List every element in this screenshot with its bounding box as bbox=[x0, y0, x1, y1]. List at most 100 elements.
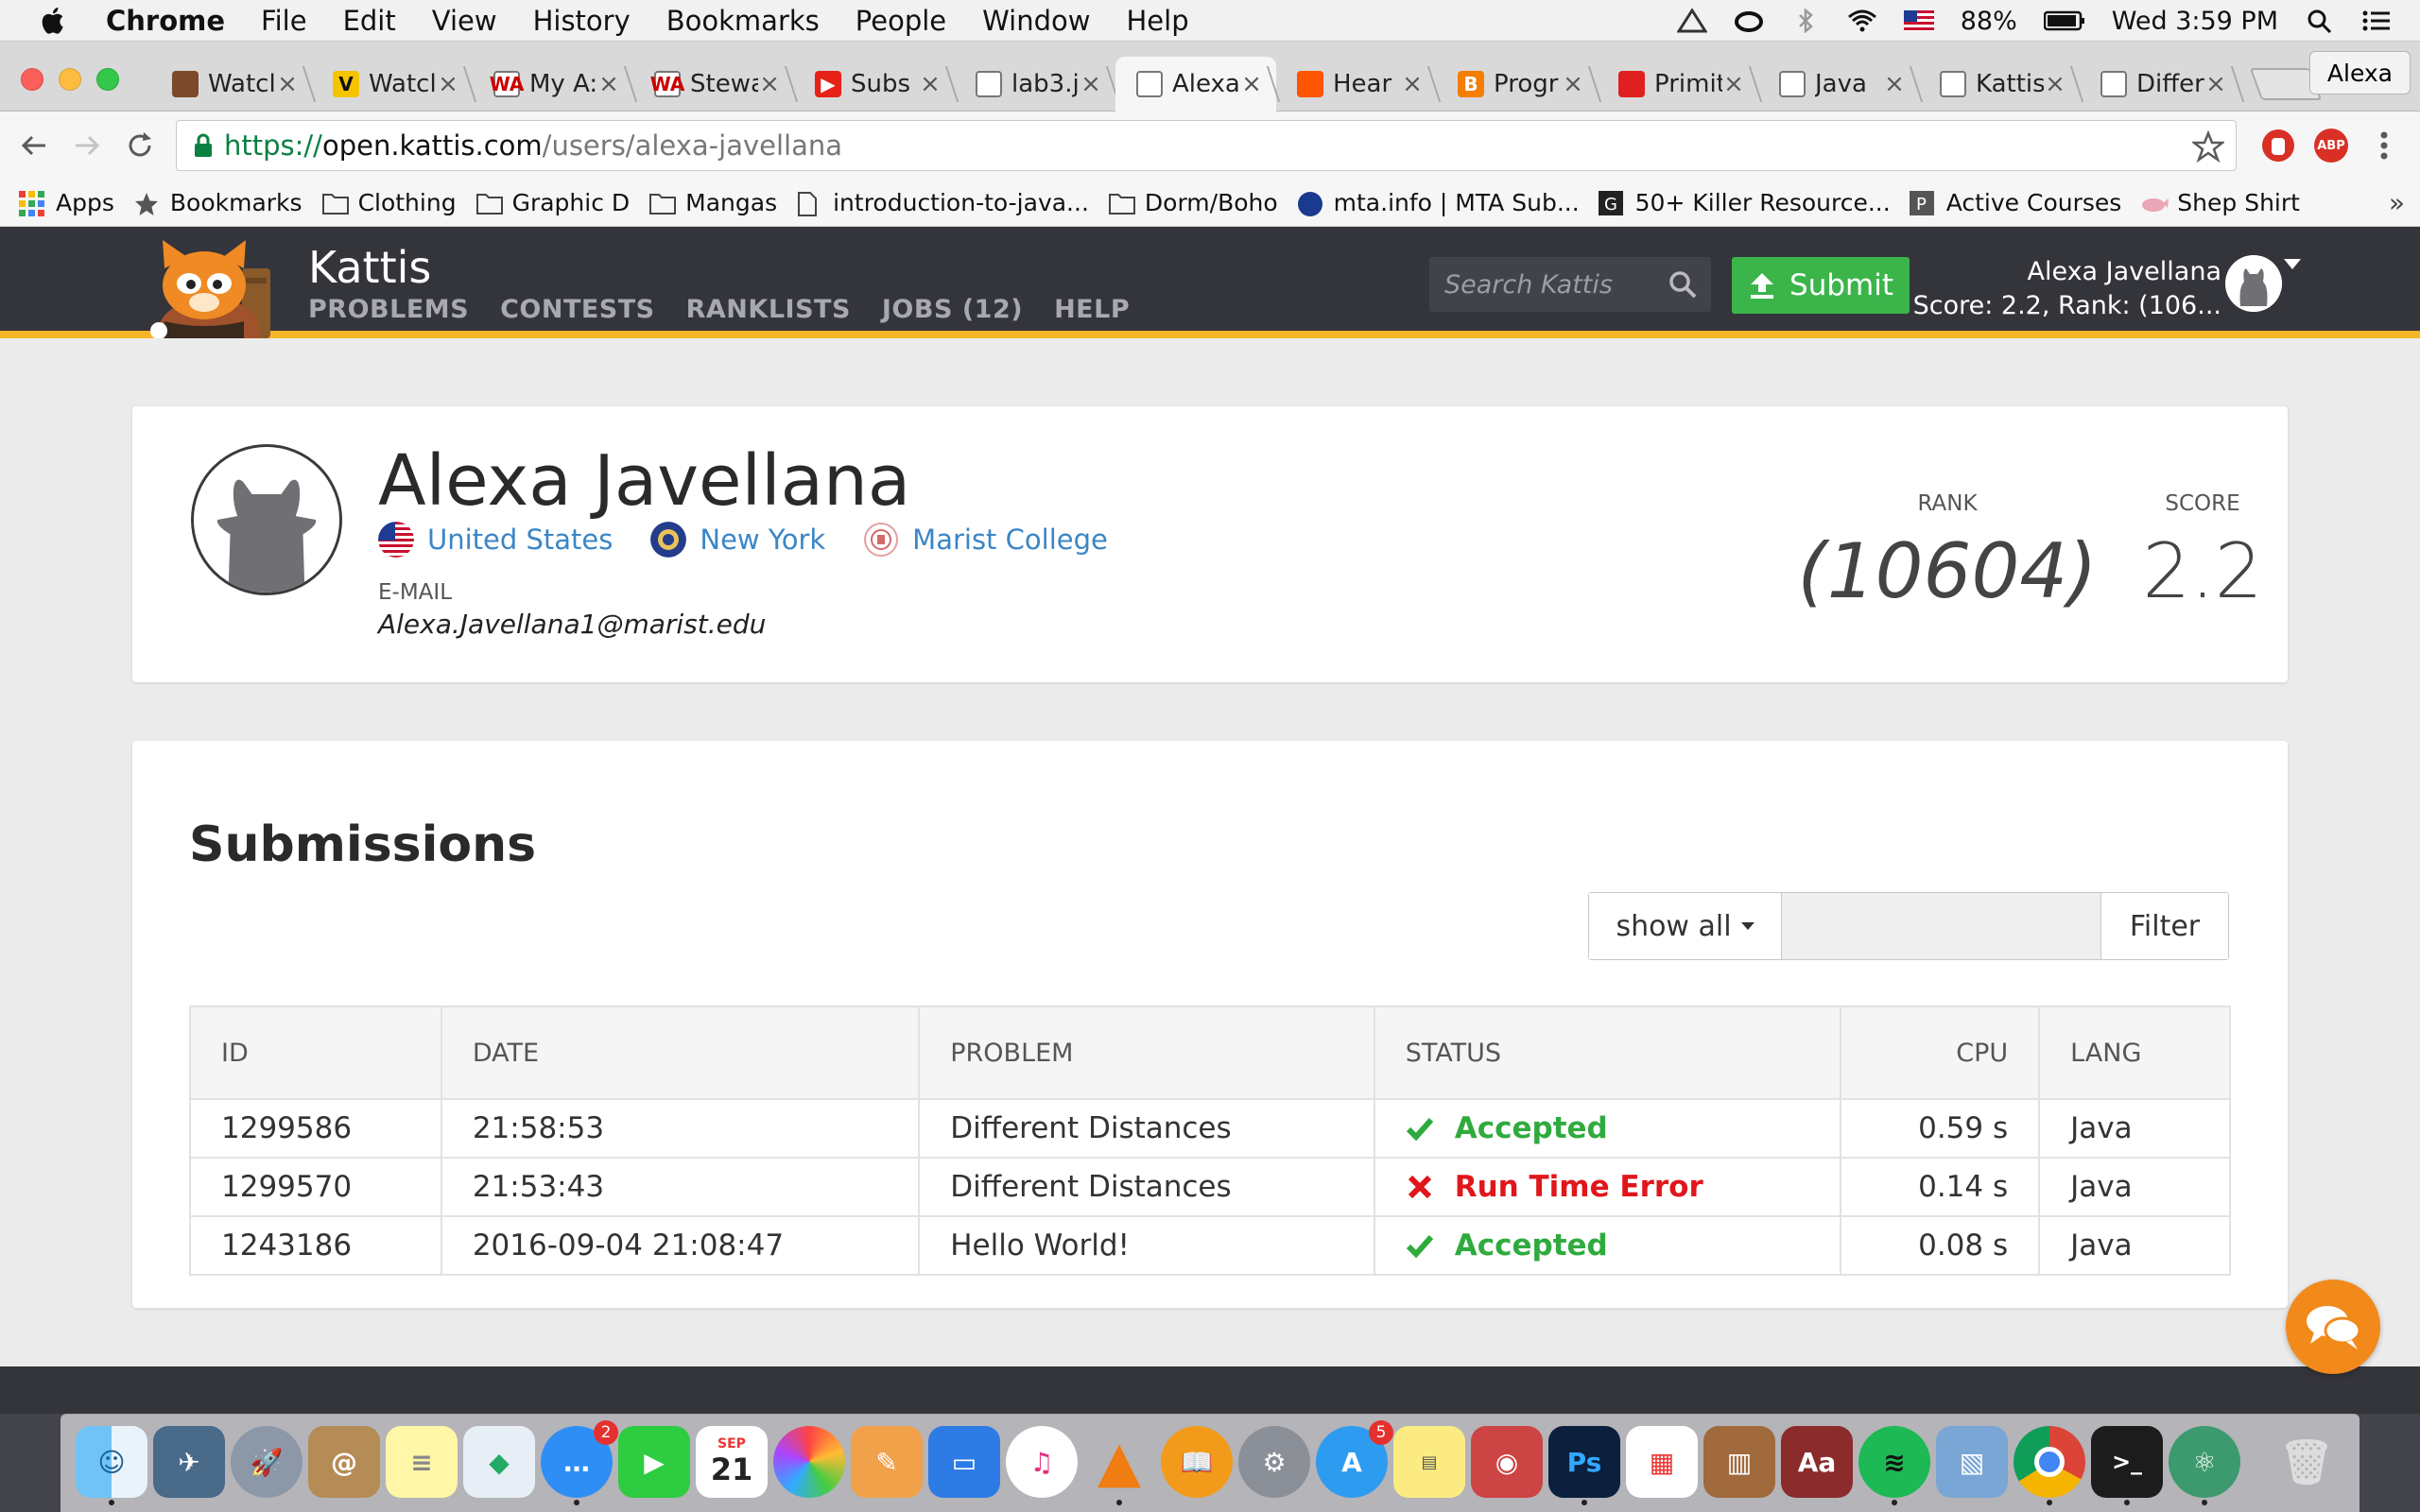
forward-button[interactable] bbox=[66, 125, 108, 166]
bookmark-item[interactable]: Dorm/Boho bbox=[1108, 189, 1278, 216]
nav-jobs[interactable]: JOBS (12) bbox=[882, 295, 1023, 324]
browser-tab[interactable]: V Watcl × bbox=[312, 57, 473, 112]
dock-messages-icon[interactable]: … 2 bbox=[541, 1420, 618, 1505]
dock-ibooks-icon[interactable]: 📖 bbox=[1161, 1426, 1233, 1498]
menu-edit[interactable]: Edit bbox=[343, 5, 396, 37]
dock-system-preferences-icon[interactable]: ⚙ bbox=[1238, 1426, 1310, 1498]
problem-link[interactable]: Different Distances bbox=[918, 1098, 1375, 1159]
browser-tab[interactable]: Watcl × bbox=[151, 57, 312, 112]
menu-help[interactable]: Help bbox=[1126, 5, 1188, 37]
dock-contacts-icon[interactable]: @ bbox=[308, 1426, 380, 1498]
bookmark-item[interactable]: Apps bbox=[19, 189, 114, 216]
dock-photoshop-icon[interactable]: Ps bbox=[1548, 1426, 1620, 1505]
filter-button[interactable]: Filter bbox=[2101, 893, 2228, 959]
address-bar[interactable]: https://open.kattis.com/users/alexa-jave… bbox=[176, 120, 2237, 171]
dock-chrome-icon[interactable] bbox=[2014, 1426, 2085, 1505]
browser-tab[interactable]: B Progr × bbox=[1437, 57, 1598, 112]
minimize-window-button[interactable] bbox=[59, 68, 81, 91]
submission-id-link[interactable]: 1299586 bbox=[189, 1098, 442, 1159]
dock-maps-icon[interactable]: ◆ bbox=[463, 1426, 535, 1498]
nav-help[interactable]: HELP bbox=[1054, 295, 1130, 324]
tab-close-icon[interactable]: × bbox=[2044, 70, 2066, 98]
menubar-clock[interactable]: Wed 3:59 PM bbox=[2112, 7, 2278, 36]
browser-tab[interactable]: Hear × bbox=[1276, 57, 1437, 112]
dock-calculator-icon[interactable]: ▥ bbox=[1703, 1426, 1775, 1498]
browser-tab[interactable]: WA Stewa × bbox=[633, 57, 794, 112]
menu-view[interactable]: View bbox=[432, 5, 497, 37]
tab-close-icon[interactable]: × bbox=[1240, 70, 1263, 98]
tab-close-icon[interactable]: × bbox=[919, 70, 942, 98]
menu-people[interactable]: People bbox=[856, 5, 946, 37]
search-icon[interactable] bbox=[1668, 269, 1698, 300]
dock-facetime-icon[interactable]: ▶ bbox=[618, 1426, 690, 1498]
browser-tab[interactable]: Alexa × bbox=[1115, 57, 1276, 112]
tab-close-icon[interactable]: × bbox=[597, 70, 620, 98]
bluetooth-icon[interactable] bbox=[1790, 9, 1821, 33]
browser-tab[interactable]: Kattis × bbox=[1919, 57, 2080, 112]
country-link[interactable]: United States bbox=[378, 522, 613, 558]
browser-tab[interactable]: ▶ Subs × bbox=[794, 57, 955, 112]
dock-atom-icon[interactable]: ⚛ bbox=[2169, 1426, 2240, 1505]
kattis-brand[interactable]: Kattis bbox=[308, 242, 431, 293]
col-header-cpu[interactable]: CPU bbox=[1840, 1005, 2041, 1100]
bookmark-item[interactable]: G 50+ Killer Resource... bbox=[1598, 189, 1891, 216]
bookmarks-overflow-chevron-icon[interactable]: » bbox=[2389, 187, 2405, 218]
dock-vlc-icon[interactable]: ▲ bbox=[1083, 1426, 1155, 1505]
reload-button[interactable] bbox=[119, 125, 161, 166]
dock-photos-icon[interactable] bbox=[773, 1426, 845, 1498]
tab-close-icon[interactable]: × bbox=[1562, 70, 1584, 98]
kattis-search-input[interactable] bbox=[1429, 259, 1656, 310]
tab-close-icon[interactable]: × bbox=[2204, 70, 2227, 98]
dock-calendar-icon[interactable]: SEP 21 bbox=[696, 1426, 768, 1498]
dock-stickies-icon[interactable]: ▤ bbox=[1393, 1426, 1465, 1498]
col-header-status[interactable]: STATUS bbox=[1373, 1005, 1842, 1100]
region-link[interactable]: New York bbox=[650, 522, 825, 558]
school-link[interactable]: Marist College bbox=[863, 522, 1108, 558]
battery-percent[interactable]: 88% bbox=[1961, 7, 2017, 36]
dock-launchpad-icon[interactable]: 🚀 bbox=[231, 1426, 302, 1498]
browser-tab[interactable]: WA My A: × bbox=[473, 57, 633, 112]
dock-preview-eagle-icon[interactable]: ✈ bbox=[153, 1426, 225, 1498]
col-header-problem[interactable]: PROBLEM bbox=[918, 1005, 1375, 1100]
bookmark-item[interactable]: mta.info | MTA Sub... bbox=[1297, 189, 1580, 216]
tab-close-icon[interactable]: × bbox=[276, 70, 299, 98]
col-header-date[interactable]: DATE bbox=[440, 1005, 921, 1100]
zoom-window-button[interactable] bbox=[96, 68, 119, 91]
tab-close-icon[interactable]: × bbox=[1080, 70, 1102, 98]
dock-terminal-icon[interactable]: >_ bbox=[2091, 1426, 2163, 1505]
dock-dictionary-icon[interactable]: Aa bbox=[1781, 1426, 1853, 1498]
dock-notes-icon[interactable]: ≡ bbox=[386, 1426, 458, 1498]
dock-itunes-icon[interactable]: ♫ bbox=[1006, 1426, 1078, 1498]
tab-close-icon[interactable]: × bbox=[758, 70, 781, 98]
wifi-icon[interactable] bbox=[1847, 9, 1877, 33]
submit-button[interactable]: Submit bbox=[1732, 257, 1910, 314]
creative-cloud-icon[interactable] bbox=[1734, 9, 1764, 33]
menu-bookmarks[interactable]: Bookmarks bbox=[666, 5, 820, 37]
chrome-menu-icon[interactable] bbox=[2367, 129, 2401, 163]
nav-ranklists[interactable]: RANKLISTS bbox=[686, 295, 851, 324]
menu-history[interactable]: History bbox=[533, 5, 631, 37]
col-header-lang[interactable]: LANG bbox=[2038, 1005, 2231, 1100]
tab-close-icon[interactable]: × bbox=[1401, 70, 1424, 98]
back-button[interactable] bbox=[13, 125, 55, 166]
extension-hand-icon[interactable] bbox=[2261, 129, 2295, 163]
nav-problems[interactable]: PROBLEMS bbox=[308, 295, 469, 324]
bookmark-item[interactable]: introduction-to-java... bbox=[796, 189, 1089, 216]
bookmark-star-icon[interactable] bbox=[2192, 130, 2224, 163]
dock-photo-booth-icon[interactable]: ◉ bbox=[1471, 1426, 1543, 1498]
browser-tab[interactable]: Primit × bbox=[1598, 57, 1758, 112]
tab-close-icon[interactable]: × bbox=[437, 70, 459, 98]
notification-center-icon[interactable] bbox=[2361, 9, 2392, 33]
dock-spotify-icon[interactable]: ≋ bbox=[1858, 1426, 1930, 1505]
bookmark-item[interactable]: Shep Shirt bbox=[2140, 189, 2300, 216]
filter-input[interactable] bbox=[1782, 893, 2101, 959]
dock-app-store-icon[interactable]: A5 bbox=[1316, 1420, 1393, 1498]
browser-tab[interactable]: Java × bbox=[1758, 57, 1919, 112]
profile-button[interactable]: Alexa bbox=[2308, 51, 2411, 94]
col-header-id[interactable]: ID bbox=[189, 1005, 442, 1100]
spotlight-search-icon[interactable] bbox=[2305, 9, 2335, 33]
dock-preview-icon[interactable]: ▧ bbox=[1936, 1426, 2008, 1498]
menu-app-name[interactable]: Chrome bbox=[106, 5, 225, 37]
problem-link[interactable]: Hello World! bbox=[918, 1215, 1375, 1276]
user-menu-caret-icon[interactable] bbox=[2284, 259, 2301, 269]
